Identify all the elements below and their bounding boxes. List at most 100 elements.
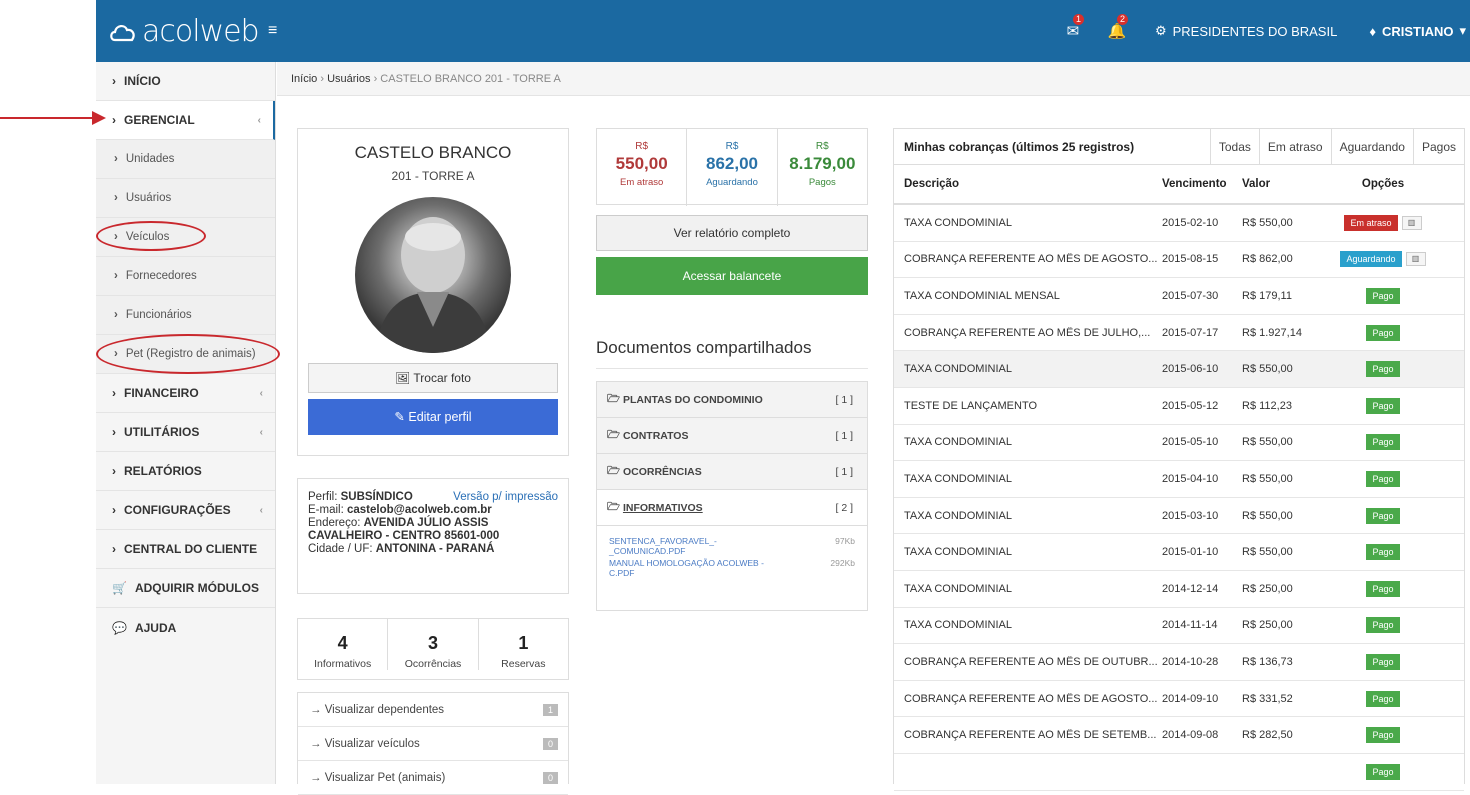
status-badge[interactable]: Pago	[1366, 727, 1400, 744]
sidebar-item-utilitarios[interactable]: › UTILITÁRIOS ‹	[96, 413, 275, 452]
sidebar-item-usuarios[interactable]: › Usuários	[96, 179, 275, 218]
chart-icon[interactable]: ▥	[1405, 252, 1426, 267]
table-row[interactable]: TAXA CONDOMINIAL 2015-01-10 R$ 550,00 Pago	[894, 534, 1464, 571]
mail-icon[interactable]: ✉ 1	[1051, 14, 1095, 40]
status-badge[interactable]: Pago	[1366, 434, 1400, 451]
view-dependents-link[interactable]: → Visualizar dependentes 1	[298, 693, 568, 727]
chart-icon[interactable]: ▥	[1401, 215, 1422, 230]
file-name[interactable]: SENTENCA_FAVORAVEL_-_COMUNICAD.PDF	[609, 536, 779, 556]
logo[interactable]: acolweb	[108, 14, 260, 49]
status-badge[interactable]: Pago	[1366, 617, 1400, 634]
status-badge[interactable]: Pago	[1366, 287, 1400, 304]
sidebar-item-ajuda[interactable]: 💬 AJUDA	[96, 608, 275, 647]
profile-name: CASTELO BRANCO	[354, 143, 512, 162]
status-badge[interactable]: Pago	[1366, 507, 1400, 524]
currency-label: R$	[725, 141, 739, 152]
bell-icon[interactable]: 🔔 2	[1095, 14, 1139, 40]
row-value: R$ 550,00	[1242, 216, 1293, 229]
file-name[interactable]: MANUAL HOMOLOGAÇÃO ACOLWEB - C.PDF	[609, 558, 779, 578]
row-due-date: 2014-10-28	[1162, 655, 1219, 668]
table-header: Descrição Vencimento Valor Opções	[894, 165, 1464, 205]
stat-reservas[interactable]: 1 Reservas	[479, 619, 568, 670]
chevron-right-icon: ›	[112, 542, 116, 556]
sidebar-item-relatorios[interactable]: › RELATÓRIOS	[96, 452, 275, 491]
folder-count: [ 1 ]	[835, 465, 853, 478]
sidebar-item-central-cliente[interactable]: › CENTRAL DO CLIENTE	[96, 530, 275, 569]
row-description: TAXA CONDOMINIAL	[904, 546, 1012, 559]
status-badge[interactable]: Pago	[1366, 397, 1400, 414]
sidebar-item-inicio[interactable]: › INÍCIO	[96, 62, 275, 101]
table-row[interactable]: TAXA CONDOMINIAL 2015-05-10 R$ 550,00 Pago	[894, 425, 1464, 462]
file-row[interactable]: SENTENCA_FAVORAVEL_-_COMUNICAD.PDF 97Kb	[609, 536, 855, 556]
table-row[interactable]: COBRANÇA REFERENTE AO MÊS DE SETEMB... 20…	[894, 717, 1464, 754]
breadcrumb-home[interactable]: Início	[291, 73, 317, 85]
sidebar-item-financeiro[interactable]: › FINANCEIRO ‹	[96, 374, 275, 413]
status-badge[interactable]: Pago	[1366, 470, 1400, 487]
cart-icon: 🛒	[112, 581, 127, 595]
avatar	[355, 197, 511, 353]
table-row[interactable]: COBRANÇA REFERENTE AO MÊS DE OUTUBR... 20…	[894, 644, 1464, 681]
sidebar-item-fornecedores[interactable]: › Fornecedores	[96, 257, 275, 296]
full-report-button[interactable]: Ver relatório completo	[596, 215, 868, 251]
tab-em-atraso[interactable]: Em atraso	[1258, 128, 1331, 165]
sidebar-item-gerencial[interactable]: › GERENCIAL ‹	[96, 101, 275, 140]
table-row[interactable]: TAXA CONDOMINIAL 2015-04-10 R$ 550,00 Pago	[894, 461, 1464, 498]
table-row[interactable]: Pago	[894, 754, 1464, 791]
status-badge[interactable]: Pago	[1366, 763, 1400, 780]
row-description: TAXA CONDOMINIAL	[904, 363, 1012, 376]
folder-row[interactable]: 🗁 INFORMATIVOS [ 2 ]	[597, 490, 867, 526]
status-badge[interactable]: Pago	[1366, 324, 1400, 341]
stat-ocorrencias[interactable]: 3 Ocorrências	[388, 619, 479, 670]
status-badge[interactable]: Pago	[1366, 690, 1400, 707]
file-row[interactable]: MANUAL HOMOLOGAÇÃO ACOLWEB - C.PDF 292Kb	[609, 558, 855, 578]
status-badge[interactable]: Em atraso	[1344, 214, 1398, 231]
portrait-image	[375, 217, 491, 353]
tab-pagos[interactable]: Pagos	[1412, 128, 1464, 165]
table-row[interactable]: COBRANÇA REFERENTE AO MÊS DE AGOSTO... 20…	[894, 242, 1464, 279]
folder-row[interactable]: 🗁 OCORRÊNCIAS [ 1 ]	[597, 454, 867, 490]
row-value: R$ 550,00	[1242, 363, 1293, 376]
stat-informativos[interactable]: 4 Informativos	[298, 619, 389, 670]
print-version-link[interactable]: Versão p/ impressão	[453, 491, 558, 504]
status-badge[interactable]: Pago	[1366, 580, 1400, 597]
view-vehicles-link[interactable]: → Visualizar veículos 0	[298, 727, 568, 761]
row-due-date: 2015-08-15	[1162, 253, 1219, 266]
breadcrumb-users[interactable]: Usuários	[327, 73, 370, 85]
folder-row[interactable]: 🗁 CONTRATOS [ 1 ]	[597, 418, 867, 454]
table-row[interactable]: TAXA CONDOMINIAL 2015-03-10 R$ 550,00 Pago	[894, 498, 1464, 535]
status-badge[interactable]: Pago	[1366, 544, 1400, 561]
row-value: R$ 550,00	[1242, 546, 1293, 559]
status-badge[interactable]: Pago	[1366, 653, 1400, 670]
table-row[interactable]: TAXA CONDOMINIAL 2015-02-10 R$ 550,00 Em at…	[894, 205, 1464, 242]
file-size: 97Kb	[835, 536, 855, 546]
table-row[interactable]: TAXA CONDOMINIAL MENSAL 2015-07-30 R$ 179,…	[894, 278, 1464, 315]
sidebar-item-adquirir-modulos[interactable]: 🛒 ADQUIRIR MÓDULOS	[96, 569, 275, 608]
change-photo-button[interactable]: 🖼 Trocar foto	[308, 363, 558, 393]
folder-row[interactable]: 🗁 PLANTAS DO CONDOMINIO [ 1 ]	[597, 382, 867, 418]
tab-aguardando[interactable]: Aguardando	[1330, 128, 1413, 165]
edit-profile-button[interactable]: ✎ Editar perfil	[308, 399, 558, 435]
row-value: R$ 112,23	[1242, 399, 1292, 412]
table-row[interactable]: TAXA CONDOMINIAL 2014-11-14 R$ 250,00 Pago	[894, 608, 1464, 645]
condo-selector[interactable]: ⚙ PRESIDENTES DO BRASIL	[1139, 23, 1353, 39]
status-badge[interactable]: Aguardando	[1340, 251, 1402, 268]
row-due-date: 2014-09-10	[1162, 692, 1219, 705]
sidebar-item-configuracoes[interactable]: › CONFIGURAÇÕES ‹	[96, 491, 275, 530]
balance-button[interactable]: Acessar balancete	[596, 257, 868, 295]
user-menu[interactable]: ♦ CRISTIANO ▾	[1353, 23, 1470, 39]
profile-role: SUBSÍNDICO	[340, 491, 413, 503]
table-row[interactable]: TAXA CONDOMINIAL 2015-06-10 R$ 550,00 Pago	[894, 351, 1464, 388]
chevron-left-icon: ‹	[257, 114, 261, 126]
tab-todas[interactable]: Todas	[1209, 128, 1259, 165]
sidebar-item-funcionarios[interactable]: › Funcionários	[96, 296, 275, 335]
table-row[interactable]: TESTE DE LANÇAMENTO 2015-05-12 R$ 112,23 Pa…	[894, 388, 1464, 425]
menu-toggle-icon[interactable]: ≡	[268, 22, 277, 40]
edit-icon: ✎	[394, 410, 405, 424]
table-row[interactable]: COBRANÇA REFERENTE AO MÊS DE AGOSTO... 20…	[894, 681, 1464, 718]
view-pets-link[interactable]: → Visualizar Pet (animais) 0	[298, 761, 568, 795]
status-badge[interactable]: Pago	[1366, 361, 1400, 378]
table-row[interactable]: COBRANÇA REFERENTE AO MÊS DE JULHO,... 20…	[894, 315, 1464, 352]
sidebar-item-unidades[interactable]: › Unidades	[96, 140, 275, 179]
chevron-right-icon: ›	[112, 113, 116, 127]
table-row[interactable]: TAXA CONDOMINIAL 2014-12-14 R$ 250,00 Pago	[894, 571, 1464, 608]
